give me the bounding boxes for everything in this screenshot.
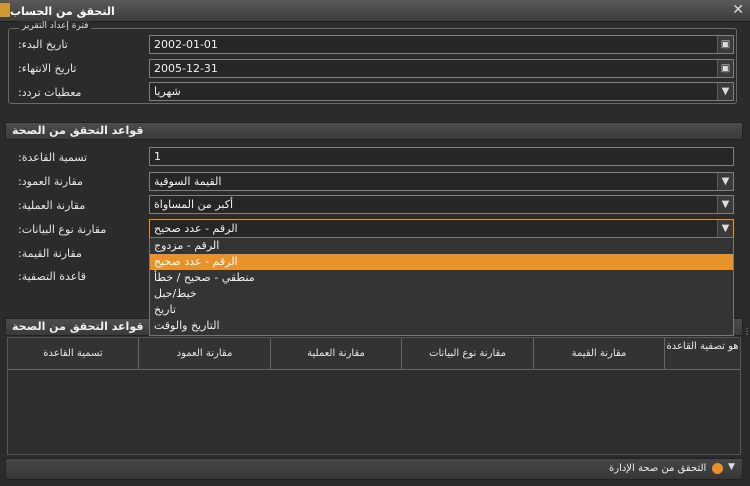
column-compare-label: :مقارنة العمود [18,175,83,188]
start-date-value: 2002-01-01 [154,38,218,51]
start-date-field[interactable]: 2002-01-01 ▣ [149,35,734,54]
chevron-down-icon[interactable]: ▼ [717,173,733,190]
end-date-value: 2005-12-31 [154,62,218,75]
datatype-compare-label: :مقارنة نوع البيانات [18,223,107,236]
frequency-value: شهريا [154,85,181,98]
column-header[interactable]: مقارنة القيمة [534,338,665,369]
value-compare-label: :مقارنة القيمة [18,247,82,260]
op-compare-label: :مقارنة العملية [18,199,86,212]
datatype-compare-select[interactable]: الرقم - عدد صحيح ▼ [149,219,734,238]
dropdown-option[interactable]: خيط/حبل [150,286,733,302]
rules-table-head: تسمية القاعدة مقارنة العمود مقارنة العمل… [8,338,740,370]
report-period-legend: فترة إعداد التقرير [19,21,92,31]
datatype-dropdown-list: الرقم - مزدوج الرقم - عدد صحيح منطقي - ص… [149,237,734,336]
datatype-compare-value: الرقم - عدد صحيح [154,222,238,235]
column-header[interactable]: تسمية القاعدة [8,338,139,369]
column-compare-value: القيمة السوقية [154,175,222,188]
dropdown-option[interactable]: التاريخ والوقت [150,318,733,334]
chevron-down-icon[interactable]: ▼ [717,220,733,237]
column-header[interactable]: مقارنة العمود [139,338,271,369]
rule-name-label: :تسمية القاعدة [18,151,88,164]
column-header[interactable]: هو تصفية القاعدة [665,338,740,369]
end-date-label: :تاريخ الانتهاء [18,62,77,75]
title-bar: التحقق من الحساب ✕ [0,0,750,22]
column-header[interactable]: مقارنة العملية [271,338,402,369]
validation-rules-header: قواعد التحقق من الصحة [5,122,743,140]
dropdown-option[interactable]: منطقي - صحيح / خطأ [150,270,733,286]
dropdown-option[interactable]: الرقم - مزدوج [150,238,733,254]
start-date-label: :تاريخ البدء [18,38,68,51]
op-compare-value: أكبر من المساواة [154,198,234,211]
end-date-field[interactable]: 2005-12-31 ▣ [149,59,734,78]
filter-rule-label: :قاعدة التصفية [18,270,86,283]
arrow-right-icon [712,463,723,474]
calendar-icon[interactable]: ▣ [717,36,733,53]
column-header[interactable]: مقارنة نوع البيانات [402,338,534,369]
frequency-select[interactable]: شهريا ▼ [149,82,734,101]
dropdown-option[interactable]: تاريخ [150,302,733,318]
management-footer[interactable]: التحقق من صحة الإدارة ▼ [5,458,743,480]
dropdown-option-selected[interactable]: الرقم - عدد صحيح [150,254,733,270]
calendar-icon[interactable]: ▣ [717,60,733,77]
window-title: التحقق من الحساب [10,5,115,18]
chevron-down-icon[interactable]: ▼ [728,462,735,472]
close-icon[interactable]: ✕ [732,2,744,18]
chevron-down-icon[interactable]: ▼ [717,83,733,100]
resize-handle-icon[interactable]: ⋮ [743,327,750,336]
footer-label: التحقق من صحة الإدارة [609,463,707,474]
op-compare-select[interactable]: أكبر من المساواة ▼ [149,195,734,214]
rule-name-value: 1 [154,150,161,163]
chevron-down-icon[interactable]: ▼ [717,196,733,213]
column-compare-select[interactable]: القيمة السوقية ▼ [149,172,734,191]
frequency-label: :معطيات تردد [18,86,82,99]
app-icon [0,3,10,17]
rules-table[interactable]: تسمية القاعدة مقارنة العمود مقارنة العمل… [7,337,741,455]
rule-name-input[interactable]: 1 [149,147,734,166]
